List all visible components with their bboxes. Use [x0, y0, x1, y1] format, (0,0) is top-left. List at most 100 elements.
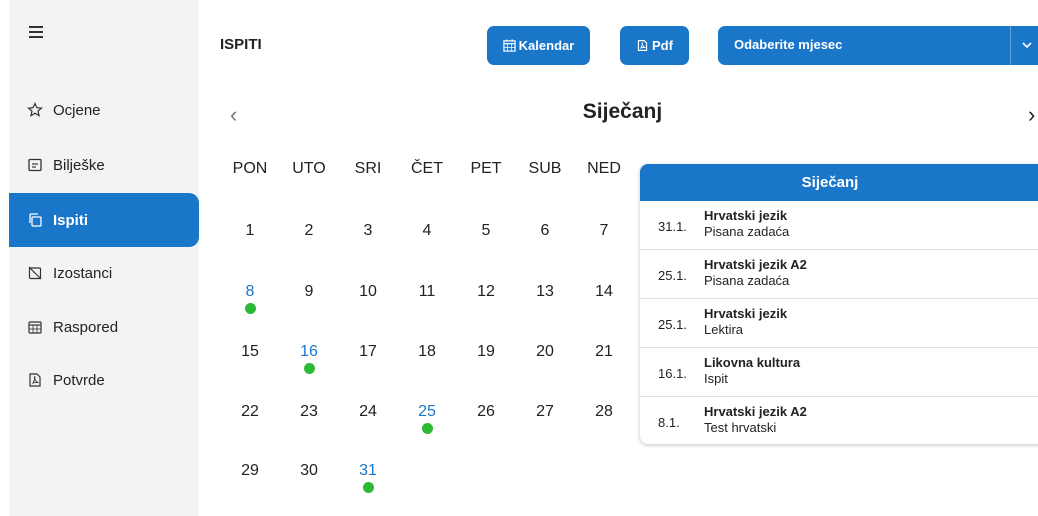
calendar-day[interactable]: 15 [230, 343, 270, 361]
exam-indicator-dot [362, 482, 374, 493]
sidebar-item-label: Bilješke [53, 156, 105, 174]
exam-type: Pisana zadaća [704, 224, 790, 239]
calendar-day[interactable]: 17 [348, 343, 388, 361]
next-month-button[interactable]: › [1028, 102, 1035, 128]
pdf-button-label: Pdf [652, 38, 673, 53]
day-number: 24 [359, 403, 377, 420]
weekday-header: PET [470, 160, 502, 177]
exam-indicator-dot [244, 303, 256, 314]
calendar-day[interactable]: 31 [348, 462, 388, 493]
pdf-button[interactable]: Pdf [620, 26, 689, 65]
calendar-day[interactable]: 21 [584, 343, 624, 361]
calendar-day[interactable]: 23 [289, 403, 329, 421]
calendar-day[interactable]: 7 [584, 222, 624, 240]
month-select[interactable]: Odaberite mjesec [718, 26, 1038, 65]
calendar-day[interactable]: 25 [407, 403, 447, 434]
day-number: 6 [540, 222, 550, 239]
calendar-day[interactable]: 8 [230, 283, 270, 314]
exam-indicator-dot [421, 423, 433, 434]
exam-date: 8.1. [658, 415, 680, 430]
day-number: 22 [241, 403, 259, 420]
weekday-header: SRI [354, 160, 382, 177]
weekday-header: PON [232, 160, 268, 177]
calendar-day[interactable]: 1 [230, 222, 270, 240]
weekday-header: SUB [528, 160, 562, 177]
exam-date: 25.1. [658, 268, 687, 283]
day-number: 26 [477, 403, 495, 420]
day-number: 21 [595, 343, 613, 360]
day-number: 10 [359, 283, 377, 300]
calendar-day[interactable]: 5 [466, 222, 506, 240]
sidebar: Ocjene Bilješke Ispiti Izostanci Raspore… [9, 0, 199, 516]
exam-list-item[interactable]: 25.1. Hrvatski jezik A2 Pisana zadaća [640, 250, 1038, 299]
sidebar-item-raspored[interactable]: Raspored [9, 300, 199, 354]
exam-type: Ispit [704, 371, 728, 386]
sidebar-item-izostanci[interactable]: Izostanci [9, 246, 199, 300]
sidebar-item-label: Raspored [53, 318, 119, 336]
day-number: 17 [359, 343, 377, 360]
exam-list-item[interactable]: 31.1. Hrvatski jezik Pisana zadaća [640, 201, 1038, 250]
exam-list-item[interactable]: 25.1. Hrvatski jezik Lektira [640, 299, 1038, 348]
pdf-icon [27, 372, 43, 388]
exam-subject: Likovna kultura [704, 355, 801, 370]
sidebar-item-potvrde[interactable]: Potvrde [9, 353, 199, 407]
calendar-day[interactable]: 14 [584, 283, 624, 301]
day-number: 7 [599, 222, 609, 239]
day-number: 13 [536, 283, 554, 300]
exam-indicator-dot [303, 363, 315, 374]
sidebar-item-ispiti[interactable]: Ispiti [9, 193, 199, 247]
calendar-grid-icon [27, 319, 43, 335]
calendar-day[interactable]: 10 [348, 283, 388, 301]
day-number: 8 [245, 283, 255, 300]
calendar-day[interactable]: 20 [525, 343, 565, 361]
calendar-day[interactable]: 2 [289, 222, 329, 240]
exam-date: 25.1. [658, 317, 687, 332]
day-number: 1 [245, 222, 255, 239]
month-title: Siječanj [582, 100, 663, 123]
calendar-day[interactable]: 9 [289, 283, 329, 301]
absence-icon [27, 265, 43, 281]
calendar-day[interactable]: 29 [230, 462, 270, 480]
exam-panel-title: Siječanj [640, 164, 1038, 201]
calendar-day[interactable]: 13 [525, 283, 565, 301]
sidebar-item-label: Izostanci [53, 264, 113, 282]
calendar-day[interactable]: 4 [407, 222, 447, 240]
day-number: 25 [418, 403, 436, 420]
exam-list-item[interactable]: 16.1. Likovna kultura Ispit [640, 348, 1038, 397]
divider [1010, 26, 1011, 65]
exam-date: 16.1. [658, 366, 687, 381]
day-number: 19 [477, 343, 495, 360]
calendar-day[interactable]: 30 [289, 462, 329, 480]
calendar-button[interactable]: Kalendar [487, 26, 590, 65]
day-number: 5 [481, 222, 491, 239]
copy-icon [27, 212, 43, 228]
exam-subject: Hrvatski jezik A2 [704, 404, 807, 419]
calendar-day[interactable]: 18 [407, 343, 447, 361]
calendar-day[interactable]: 6 [525, 222, 565, 240]
hamburger-menu-icon[interactable] [29, 26, 43, 40]
calendar-day[interactable]: 22 [230, 403, 270, 421]
exam-subject: Hrvatski jezik [704, 208, 788, 223]
calendar-day[interactable]: 12 [466, 283, 506, 301]
notes-icon [27, 157, 43, 173]
page-title: ISPITI [220, 36, 262, 53]
calendar-day[interactable]: 24 [348, 403, 388, 421]
calendar-day[interactable]: 27 [525, 403, 565, 421]
calendar-day[interactable]: 19 [466, 343, 506, 361]
exam-list-item[interactable]: 8.1. Hrvatski jezik A2 Test hrvatski [640, 397, 1038, 444]
day-number: 16 [300, 343, 318, 360]
calendar-day[interactable]: 11 [407, 283, 447, 301]
day-number: 23 [300, 403, 318, 420]
pdf-icon [636, 39, 649, 52]
calendar-day[interactable]: 26 [466, 403, 506, 421]
day-number: 12 [477, 283, 495, 300]
day-number: 28 [595, 403, 613, 420]
calendar-day[interactable]: 3 [348, 222, 388, 240]
exam-subject: Hrvatski jezik A2 [704, 257, 807, 272]
day-number: 31 [359, 462, 377, 479]
day-number: 14 [595, 283, 613, 300]
calendar-day[interactable]: 28 [584, 403, 624, 421]
sidebar-item-biljeske[interactable]: Bilješke [9, 138, 199, 192]
calendar-day[interactable]: 16 [289, 343, 329, 374]
calendar-button-label: Kalendar [518, 38, 575, 53]
